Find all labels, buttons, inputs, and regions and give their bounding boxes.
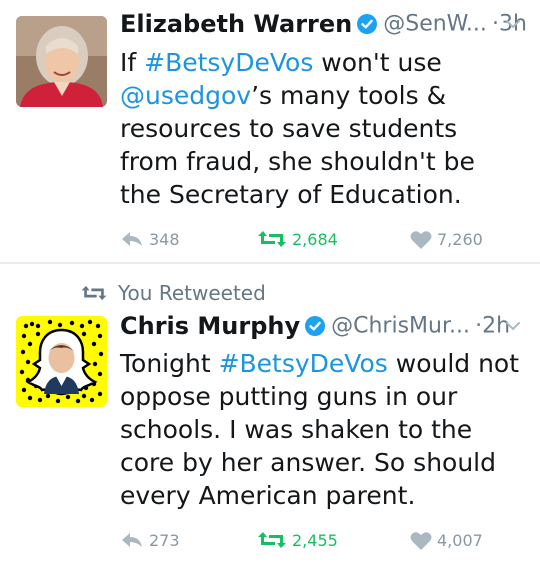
- tweet-header: Elizabeth Warren @SenW... ·3h: [120, 10, 528, 44]
- tweet-text-part: won't use: [313, 48, 442, 77]
- retweet-count: 2,684: [292, 229, 338, 249]
- retweet-icon: [258, 532, 286, 548]
- tweet-actions: 348 2,684 7,260: [120, 224, 540, 254]
- retweet-button[interactable]: 2,455: [257, 525, 338, 555]
- avatar-murphy[interactable]: [16, 316, 107, 407]
- reply-icon: [122, 533, 142, 547]
- retweeted-banner: You Retweeted: [80, 278, 266, 308]
- tweet-text-part: If: [120, 48, 145, 77]
- like-button[interactable]: 4,007: [410, 525, 483, 555]
- avatar-warren[interactable]: [16, 16, 107, 107]
- separator-dot: ·: [491, 11, 499, 37]
- hashtag-link[interactable]: #BetsyDeVos: [144, 48, 313, 77]
- avatar-warren-image: [16, 16, 107, 107]
- verified-badge-icon: [357, 14, 378, 34]
- verified-badge-icon: [305, 316, 326, 336]
- reply-icon: [122, 232, 142, 246]
- tweet-text: If #BetsyDeVos won't use @usedgov’s many…: [120, 46, 522, 211]
- heart-icon: [410, 531, 432, 550]
- reply-button[interactable]: 348: [120, 224, 180, 254]
- reply-count: 273: [149, 530, 180, 550]
- snapcode-avatar-image: [16, 316, 107, 407]
- tweet-header: Chris Murphy @ChrisMur... ·2h: [120, 312, 528, 346]
- author-handle[interactable]: @SenW...: [383, 12, 487, 37]
- retweet-count: 2,455: [292, 530, 338, 550]
- retweet-icon: [81, 285, 107, 301]
- author-name[interactable]: Chris Murphy: [120, 312, 300, 340]
- author-handle[interactable]: @ChrisMur...: [331, 314, 470, 339]
- retweet-button[interactable]: 2,684: [257, 224, 338, 254]
- chevron-down-icon[interactable]: [504, 15, 522, 33]
- heart-icon: [410, 230, 432, 249]
- like-button[interactable]: 7,260: [410, 224, 483, 254]
- chevron-down-icon[interactable]: [504, 317, 522, 335]
- retweeted-label: You Retweeted: [118, 281, 266, 305]
- tweet-divider: [0, 262, 540, 264]
- retweet-icon: [258, 231, 286, 247]
- reply-button[interactable]: 273: [120, 525, 180, 555]
- tweet-actions: 273 2,455 4,007: [120, 525, 540, 555]
- mention-link[interactable]: @usedgov: [120, 81, 251, 110]
- tweet-text: Tonight #BetsyDeVos would not oppose put…: [120, 347, 522, 512]
- tweet-murphy[interactable]: You Retweeted Chris Murphy @ChrisMur... ·…: [0, 276, 540, 564]
- like-count: 4,007: [437, 530, 483, 550]
- like-count: 7,260: [437, 229, 483, 249]
- tweet-warren[interactable]: Elizabeth Warren @SenW... ·3h If #BetsyDe…: [0, 0, 540, 262]
- reply-count: 348: [149, 229, 180, 249]
- hashtag-link[interactable]: #BetsyDeVos: [219, 349, 388, 378]
- tweet-text-part: Tonight: [120, 349, 219, 378]
- author-name[interactable]: Elizabeth Warren: [120, 10, 352, 38]
